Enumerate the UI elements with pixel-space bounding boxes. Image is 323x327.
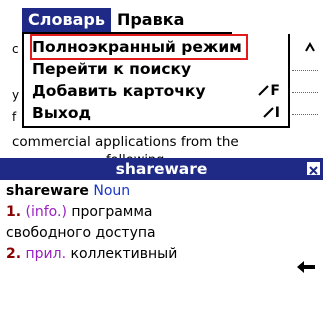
close-button[interactable]	[306, 161, 321, 176]
menu-edit[interactable]: Правка	[110, 8, 191, 32]
shortcut-exit-key: I	[274, 105, 280, 121]
dotted-separator	[292, 70, 318, 71]
menu-bar: Словарь Правка	[0, 8, 191, 32]
shortcut-add-card-key: F	[270, 83, 280, 99]
sense-number: 1.	[6, 204, 22, 220]
shortcut-exit: I	[263, 102, 280, 124]
close-icon	[309, 166, 318, 175]
card-header: shareware	[0, 158, 323, 180]
dictionary-dropdown-menu: Полноэкранный режим Перейти к поиску Доб…	[22, 34, 290, 128]
dotted-separator	[292, 114, 318, 115]
menu-item-goto-search[interactable]: Перейти к поиску	[32, 58, 191, 80]
sense-tag: (info.)	[25, 204, 67, 220]
menu-item-exit[interactable]: Выход	[32, 102, 91, 124]
palm-screen: c y f commercial applications from the .…	[0, 0, 323, 327]
bg-fragment: y	[12, 88, 20, 102]
background-text-line: commercial applications from the	[12, 134, 239, 150]
menu-item-fullscreen[interactable]: Полноэкранный режим	[30, 34, 248, 60]
scroll-up-icon[interactable]	[304, 42, 316, 52]
sense-line-continued: свободного доступа	[6, 223, 316, 244]
sense-tag: прил.	[25, 246, 67, 262]
sense-line: 1. (info.) программа	[6, 202, 316, 223]
graffiti-stroke-icon	[263, 107, 274, 118]
card-body: shareware Noun 1. (info.) программа своб…	[6, 181, 316, 265]
dotted-separator	[292, 92, 318, 93]
part-of-speech: Noun	[93, 183, 131, 199]
sense-text: программа	[71, 204, 153, 220]
bg-fragment: f	[12, 110, 17, 124]
back-arrow-icon[interactable]	[296, 260, 316, 274]
headword-line: shareware Noun	[6, 181, 316, 202]
bg-fragment: c	[12, 42, 19, 56]
sense-number: 2.	[6, 246, 22, 262]
headword: shareware	[6, 183, 89, 199]
menu-item-add-card[interactable]: Добавить карточку	[32, 80, 206, 102]
translation-card: shareware shareware Noun 1. (info.) прог…	[0, 158, 323, 327]
sense-line: 2. прил. коллективный	[6, 244, 316, 265]
shortcut-add-card: F	[258, 80, 280, 102]
sense-text: свободного доступа	[6, 225, 156, 241]
sense-text: коллективный	[70, 246, 178, 262]
card-title: shareware	[115, 160, 208, 178]
graffiti-stroke-icon	[258, 85, 270, 96]
menu-dictionary[interactable]: Словарь	[22, 8, 111, 32]
